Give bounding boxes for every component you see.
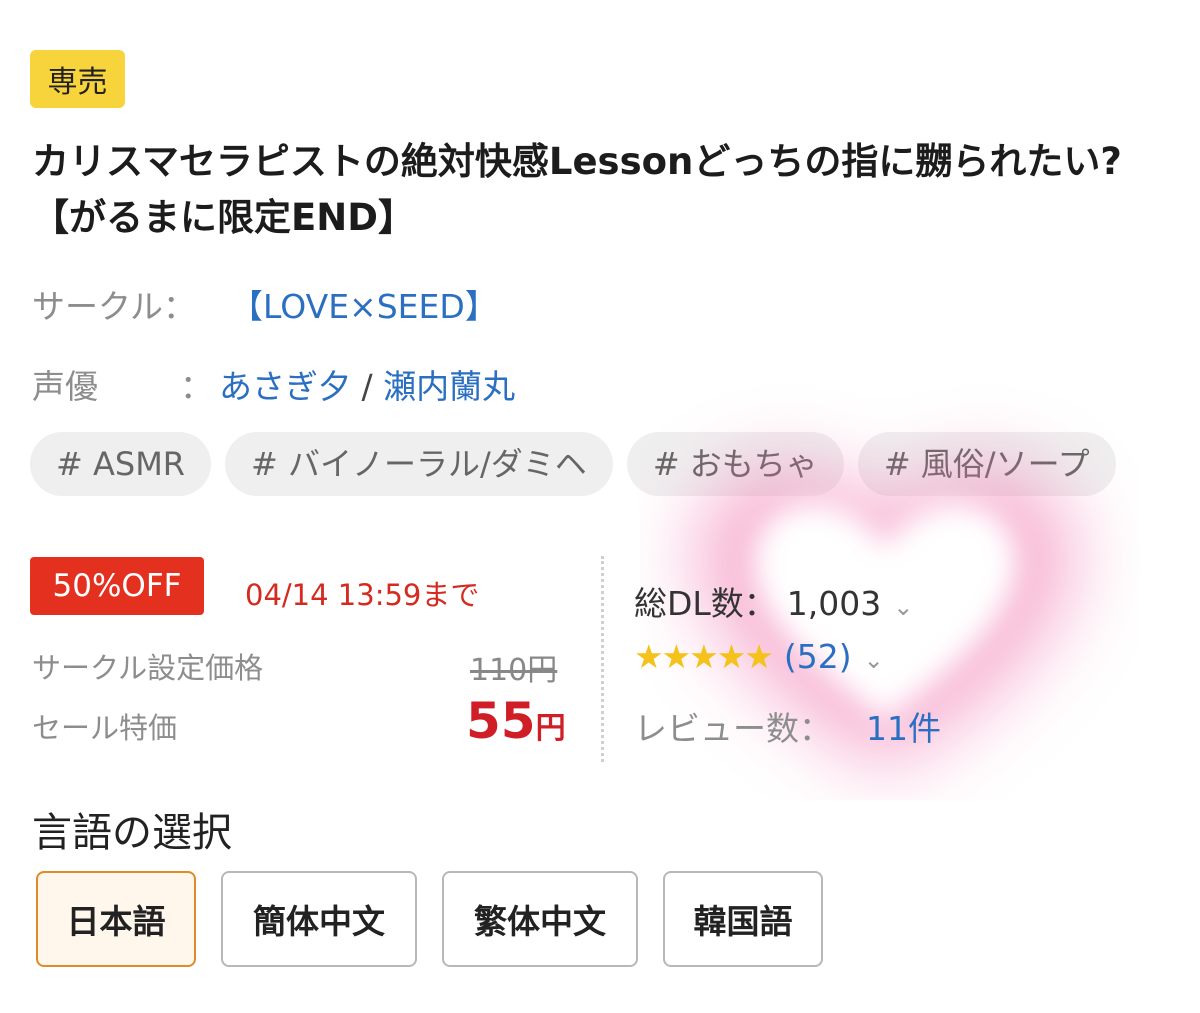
- sale-price-label: セール特価: [32, 711, 178, 745]
- review-label: レビュー数：: [634, 709, 832, 748]
- sale-price-value: 55: [466, 692, 536, 750]
- tag-chip[interactable]: # おもちゃ: [626, 432, 844, 496]
- voice-actor-row: 声優 ：あさぎ夕 / 瀬内蘭丸: [32, 360, 515, 408]
- voice-colon: ：: [180, 367, 213, 406]
- language-option-japanese[interactable]: 日本語: [36, 871, 196, 967]
- language-option-korean[interactable]: 韓国語: [663, 871, 823, 967]
- download-label: 総DL数：: [634, 584, 777, 623]
- tag-chip[interactable]: # 風俗/ソープ: [857, 432, 1116, 496]
- voice-actor-link[interactable]: あさぎ夕: [219, 367, 351, 406]
- tag-chip[interactable]: # バイノーラル/ダミヘ: [225, 432, 613, 496]
- review-count: レビュー数： 11件: [634, 702, 941, 750]
- download-count[interactable]: 総DL数： 1,003 ⌄: [634, 577, 913, 625]
- chevron-down-icon: ⌄: [893, 593, 914, 621]
- chevron-down-icon: ⌄: [863, 646, 884, 674]
- circle-label: サークル：: [32, 287, 197, 326]
- language-section-title: 言語の選択: [32, 810, 232, 856]
- sale-deadline: 04/14 13:59まで: [245, 578, 480, 612]
- rating[interactable]: ★★★★★ (52) ⌄: [634, 637, 884, 676]
- language-option-traditional-chinese[interactable]: 繁体中文: [442, 871, 638, 967]
- tag-chip[interactable]: # ASMR: [30, 432, 212, 496]
- circle-row: サークル： 【LOVE×SEED】: [32, 280, 498, 328]
- product-title: カリスマセラピストの絶対快感Lessonどっちの指に嬲られたい?【がるまに限定E…: [32, 140, 1122, 239]
- sale-price-currency: 円: [535, 711, 566, 746]
- download-value: 1,003: [786, 584, 882, 623]
- discount-badge: 50%OFF: [30, 557, 204, 615]
- voice-label: 声優: [32, 367, 98, 406]
- rating-count: (52): [783, 637, 852, 676]
- original-price-label: サークル設定価格: [32, 651, 264, 685]
- voice-actor-link[interactable]: 瀬内蘭丸: [383, 367, 515, 406]
- voice-separator: /: [361, 367, 373, 406]
- tag-list: # ASMR # バイノーラル/ダミヘ # おもちゃ # 風俗/ソープ: [30, 432, 1170, 498]
- circle-link[interactable]: 【LOVE×SEED】: [230, 287, 498, 326]
- exclusive-badge: 専売: [30, 50, 125, 108]
- language-option-simplified-chinese[interactable]: 簡体中文: [221, 871, 417, 967]
- divider: [601, 556, 604, 762]
- sale-price: 55円: [466, 692, 566, 750]
- review-value[interactable]: 11件: [866, 709, 941, 748]
- original-price: 110円: [470, 653, 558, 688]
- star-rating-icon: ★★★★★: [634, 637, 774, 676]
